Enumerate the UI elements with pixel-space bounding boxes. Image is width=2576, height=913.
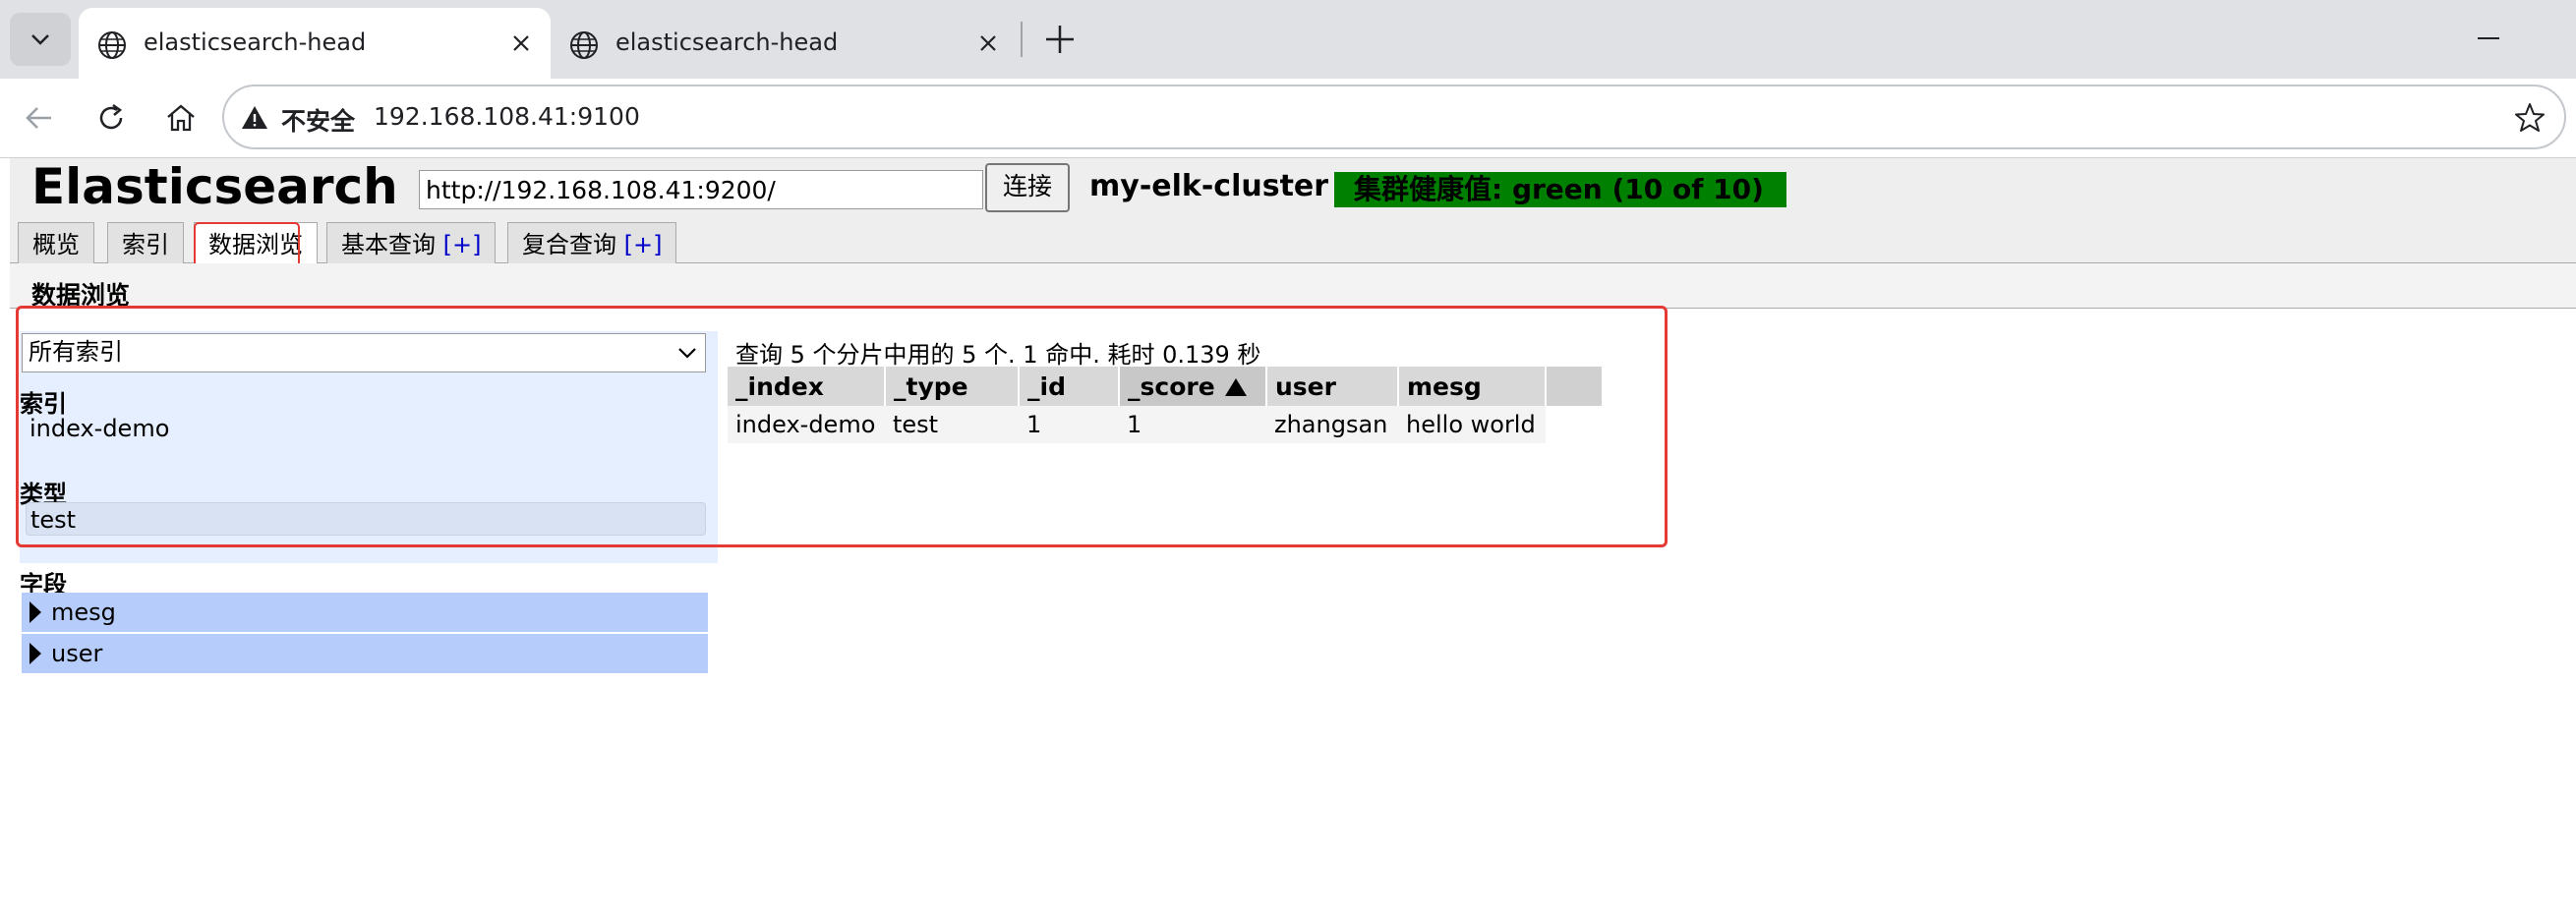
- query-summary: 查询 5 个分片中用的 5 个. 1 命中. 耗时 0.139 秒: [735, 341, 1261, 369]
- security-label[interactable]: 不安全: [281, 102, 355, 138]
- reload-icon[interactable]: [93, 100, 129, 136]
- type-item[interactable]: test: [26, 502, 706, 536]
- tab-plus[interactable]: [+]: [443, 231, 482, 258]
- section-band: [10, 263, 2576, 309]
- column-header-type[interactable]: _type: [885, 367, 1020, 406]
- cluster-name: my-elk-cluster: [1089, 169, 1329, 203]
- tab-overview[interactable]: 概览: [18, 222, 94, 263]
- star-icon[interactable]: [2513, 101, 2547, 135]
- tab-label: 数据浏览: [208, 231, 303, 258]
- column-header-score[interactable]: _score: [1119, 367, 1267, 406]
- close-icon[interactable]: [505, 28, 537, 59]
- tab-basic-query[interactable]: 基本查询 [+]: [326, 222, 497, 263]
- field-item-mesg[interactable]: mesg: [22, 593, 708, 632]
- page-content: Elasticsearch 连接 my-elk-cluster 集群健康值: g…: [0, 158, 2576, 913]
- sort-ascending-icon: [1224, 377, 1247, 396]
- chevron-down-icon: [678, 348, 696, 359]
- table-cell: zhangsan: [1266, 406, 1398, 443]
- globe-icon: [98, 31, 126, 59]
- column-header-mesg[interactable]: mesg: [1398, 367, 1547, 406]
- minimize-icon[interactable]: [2478, 37, 2499, 39]
- tab-label: 复合查询: [522, 231, 616, 258]
- expand-triangle-icon: [29, 601, 41, 623]
- browser-toolbar: 不安全 192.168.108.41:9100: [0, 79, 2576, 158]
- field-name: mesg: [51, 599, 116, 626]
- field-item-user[interactable]: user: [22, 634, 708, 673]
- section-title: 数据浏览: [31, 281, 131, 310]
- results-table: _index _type _id _score user mesg index-…: [728, 367, 1604, 443]
- tab-search-button[interactable]: [10, 13, 71, 66]
- column-header-index[interactable]: _index: [728, 367, 886, 406]
- chevron-down-icon: [31, 34, 49, 45]
- table-cell: test: [885, 406, 1019, 443]
- tab-label: 基本查询: [341, 231, 436, 258]
- column-header-id[interactable]: _id: [1019, 367, 1120, 406]
- browser-tab-strip: elasticsearch-head elasticsearch-head: [0, 0, 2576, 79]
- tab-indices[interactable]: 索引: [107, 222, 184, 263]
- browser-tab-2[interactable]: elasticsearch-head: [551, 8, 1018, 79]
- index-select-value: 所有索引: [29, 338, 123, 366]
- table-cell: 1: [1019, 406, 1119, 443]
- browser-tab-title: elasticsearch-head: [615, 29, 839, 56]
- index-select[interactable]: 所有索引: [22, 333, 706, 372]
- tab-label: 概览: [32, 231, 80, 258]
- connect-url-input[interactable]: [419, 170, 983, 209]
- field-name: user: [51, 640, 103, 667]
- close-icon[interactable]: [972, 28, 1004, 59]
- column-header-spacer: [1546, 367, 1604, 406]
- globe-icon: [570, 31, 598, 59]
- tab-separator: [1021, 22, 1023, 57]
- warning-icon[interactable]: [240, 103, 269, 133]
- back-arrow-icon[interactable]: [22, 100, 57, 136]
- url-text[interactable]: 192.168.108.41:9100: [374, 102, 640, 131]
- table-cell: 1: [1119, 406, 1266, 443]
- browser-tab-title: elasticsearch-head: [144, 29, 367, 56]
- index-item[interactable]: index-demo: [26, 412, 706, 445]
- column-header-user[interactable]: user: [1266, 367, 1399, 406]
- tab-label: 索引: [122, 231, 169, 258]
- cluster-health-badge: 集群健康值: green (10 of 10): [1334, 172, 1786, 207]
- browser-tab-1[interactable]: elasticsearch-head: [79, 8, 551, 79]
- home-icon[interactable]: [163, 100, 199, 136]
- tab-plus[interactable]: [+]: [624, 231, 663, 258]
- table-row[interactable]: index-demo test 1 1 zhangsan hello world: [728, 406, 1603, 443]
- expand-triangle-icon: [29, 643, 41, 664]
- address-bar[interactable]: 不安全 192.168.108.41:9100: [222, 85, 2566, 149]
- tab-data-browse[interactable]: 数据浏览: [194, 222, 318, 264]
- column-label: _score: [1128, 371, 1215, 401]
- app-title: Elasticsearch: [31, 158, 398, 215]
- connect-button[interactable]: 连接: [985, 163, 1070, 212]
- browse-sidebar: 所有索引 索引 index-demo 类型 test 字段 mesg user: [20, 331, 718, 673]
- table-cell: hello world: [1398, 406, 1546, 443]
- tab-compound-query[interactable]: 复合查询 [+]: [507, 222, 677, 263]
- table-cell: index-demo: [728, 406, 885, 443]
- new-tab-icon[interactable]: [1040, 20, 1080, 59]
